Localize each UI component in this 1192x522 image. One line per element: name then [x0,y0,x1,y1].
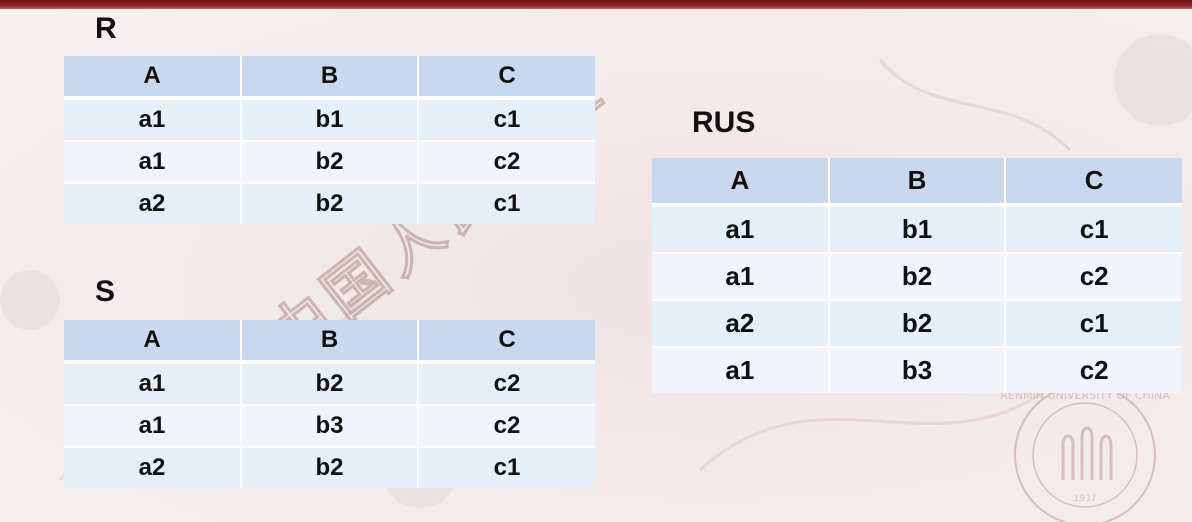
relation-s-table: A B C a1 b2 c2 a1 b3 c2 a2 b2 c1 [64,320,595,488]
column-header: B [827,158,1006,207]
relation-r-table: A B C a1 b1 c1 a1 b2 c2 a2 b2 c1 [64,56,595,224]
table-cell: b2 [240,362,418,405]
table-cell: a1 [652,205,829,253]
table-cell: a1 [652,346,829,393]
table-row: a1 b2 c2 [652,252,1182,300]
table-cell: a1 [64,404,241,447]
top-banner-bar [0,0,1192,9]
table-cell: a1 [64,362,241,405]
relation-r-name: R [95,12,117,45]
table-cell: b3 [240,404,418,447]
table-cell: c2 [417,140,595,183]
table-cell: c2 [1004,346,1182,393]
union-result-table: A B C a1 b1 c1 a1 b2 c2 a2 b2 c1 a1 b3 c… [652,158,1182,393]
table-cell: b3 [827,346,1006,393]
table-cell: c1 [417,182,595,224]
table-cell: a1 [652,252,829,300]
table-cell: b2 [827,299,1006,347]
table-row: a1 b2 c2 [64,140,595,183]
table-cell: b2 [240,140,418,183]
table-cell: b2 [240,182,418,224]
table-header-row: A B C [64,320,595,364]
relation-s-name: S [95,275,116,308]
table-row: a2 b2 c1 [652,299,1182,347]
table-cell: b2 [827,252,1006,300]
table-cell: c2 [1004,252,1182,300]
column-header: C [1004,158,1182,207]
table-row: a2 b2 c1 [64,446,595,488]
table-row: a1 b3 c2 [64,404,595,447]
svg-text:1937: 1937 [1074,494,1097,504]
table-cell: c1 [1004,299,1182,347]
table-cell: a2 [652,299,829,347]
table-cell: a2 [64,182,241,224]
table-row: a1 b2 c2 [64,362,595,405]
column-header: C [417,56,595,100]
table-header-row: A B C [652,158,1182,207]
column-header: A [64,56,241,100]
table-cell: c2 [417,404,595,447]
table-cell: b2 [240,446,418,488]
column-header: C [417,320,595,364]
table-row: a1 b1 c1 [652,205,1182,253]
table-cell: c2 [417,362,595,405]
union-result-name: RUS [692,106,756,139]
table-cell: a1 [64,98,241,141]
column-header: A [64,320,241,364]
table-row: a1 b3 c2 [652,346,1182,393]
table-row: a1 b1 c1 [64,98,595,141]
university-seal: RENMIN UNIVERSITY OF CHINA 1937 [1000,384,1170,522]
column-header: B [240,320,418,364]
table-cell: c1 [417,98,595,141]
table-row: a2 b2 c1 [64,182,595,224]
table-cell: b1 [240,98,418,141]
table-cell: c1 [417,446,595,488]
table-cell: c1 [1004,205,1182,253]
table-cell: b1 [827,205,1006,253]
column-header: A [652,158,829,207]
column-header: B [240,56,418,100]
table-cell: a2 [64,446,241,488]
table-header-row: A B C [64,56,595,100]
table-cell: a1 [64,140,241,183]
